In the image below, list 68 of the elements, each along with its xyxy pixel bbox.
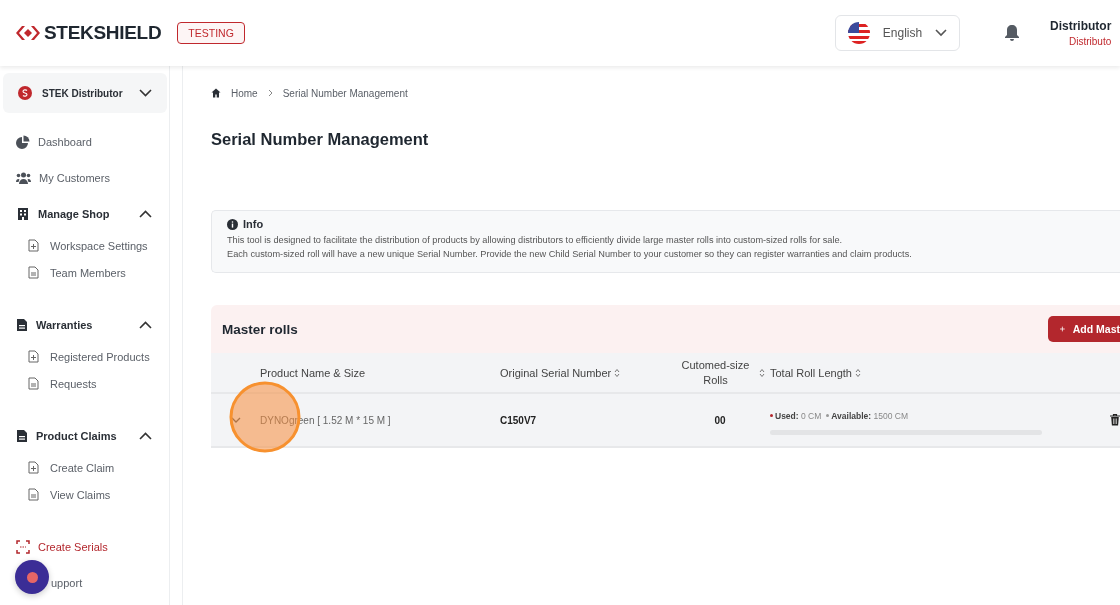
breadcrumb-link[interactable]: Home [231,87,258,99]
environment-badge: TESTING [177,22,245,44]
sort-icon[interactable] [614,367,621,378]
chat-bubble-button[interactable] [15,560,49,594]
nav-subitem[interactable]: Create Claim [16,458,115,477]
page-title: Serial Number Management [211,130,430,150]
chevron-down-icon[interactable] [230,417,241,423]
building-icon [16,207,30,221]
file-icon [28,239,39,252]
column-header: Product Name & Size [260,366,366,379]
chevron-up-icon [139,321,152,329]
avatar-icon [18,86,32,100]
account-switcher[interactable]: STEK Distributor [3,73,167,113]
language-select[interactable]: English [835,15,960,51]
legend-dot [770,414,773,417]
nav-group[interactable]: Product Claims [16,426,165,446]
file-icon [28,461,39,474]
file-icon [28,266,39,279]
nav-subitem[interactable]: Registered Products [16,347,150,366]
table-cell: C150V7 [500,414,537,426]
home-icon [211,88,221,98]
plus-icon [1060,324,1065,334]
info-icon [227,218,238,230]
logo-icon [15,25,41,41]
chevron-down-icon [139,89,152,97]
user-role: Distributo [1069,36,1113,47]
breadcrumb-link[interactable]: Serial Number Management [282,87,408,99]
table-cell: 00 [714,414,726,426]
nav-group[interactable]: Warranties [16,315,165,335]
chevron-up-icon [139,210,152,218]
nav-subitem[interactable]: Team Members [16,263,126,282]
file-icon [28,350,39,363]
add-button[interactable]: Add Mast [1048,316,1120,342]
nav-item[interactable]: upport [51,573,83,593]
section-title: Master rolls [222,321,298,337]
chevron-down-icon [935,29,947,37]
document-icon [16,318,28,332]
nav-subitem[interactable]: Requests [16,374,97,393]
chevron-up-icon [139,432,152,440]
info-text: Each custom-sized roll will have a new unique Serial Number. Provide the new Child Serial Number to your customer so they can register warranties and claim products. [227,249,913,259]
file-icon [28,488,39,501]
scan-icon [16,540,30,554]
flag-icon [848,22,870,44]
sort-icon[interactable] [854,367,861,378]
nav-item[interactable]: Dashboard [16,132,92,152]
users-icon [16,171,31,185]
logo-text: STEKSHIELD [44,22,162,44]
info-text: This tool is designed to facilitate the distribution of products by allowing distributors to efficiently divide large master rolls into custom-sized rolls for sale. [227,235,844,245]
bell-icon[interactable] [1004,24,1020,42]
nav-subitem[interactable]: Workspace Settings [16,236,148,255]
legend-dot [826,414,830,417]
document-icon [16,429,28,443]
nav-subitem[interactable]: View Claims [16,485,111,504]
nav-group[interactable]: Manage Shop [16,204,165,224]
column-header: Original Serial Number [500,366,612,379]
pie-chart-icon [16,135,30,149]
nav-item[interactable]: My Customers [16,168,110,188]
breadcrumb-separator-icon [267,89,273,97]
available-label: Available: 1500 CM [831,410,908,421]
info-title: Info [243,218,264,230]
file-icon [28,377,39,390]
column-header: Total Roll Length [770,366,852,379]
used-label: Used: 0 CM [775,410,822,421]
column-header: Cutomed-size Rolls [680,357,751,388]
nav-item[interactable]: Create Serials [16,537,108,557]
sort-icon[interactable] [758,367,765,378]
trash-icon[interactable] [1110,414,1120,426]
user-name: Distributor [1050,19,1113,33]
